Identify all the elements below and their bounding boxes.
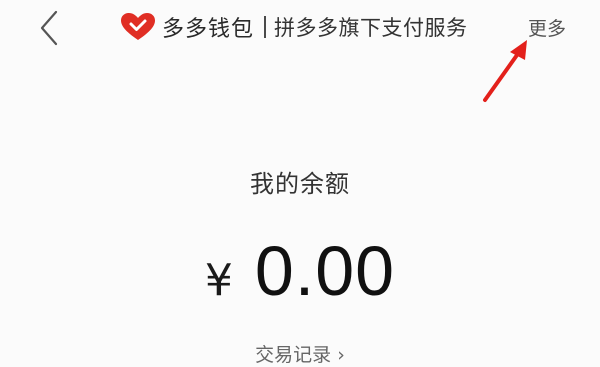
chevron-left-icon	[40, 10, 58, 46]
brand-divider	[264, 16, 267, 38]
back-button[interactable]	[30, 6, 70, 50]
transaction-records-link[interactable]: 交易记录 ›	[0, 340, 600, 367]
brand-name: 多多钱包	[162, 17, 255, 42]
balance-amount-row: ¥ 0.00	[0, 236, 600, 306]
brand-subtitle: 拼多多旗下支付服务	[274, 16, 468, 40]
currency-symbol: ¥	[204, 255, 233, 306]
wallet-brand: 多多钱包 拼多多旗下支付服务	[120, 10, 468, 44]
balance-label: 我的余额	[250, 170, 350, 198]
balance-amount: 0.00	[254, 232, 396, 310]
red-arrow-annotation	[483, 40, 527, 102]
heart-icon	[120, 13, 156, 41]
